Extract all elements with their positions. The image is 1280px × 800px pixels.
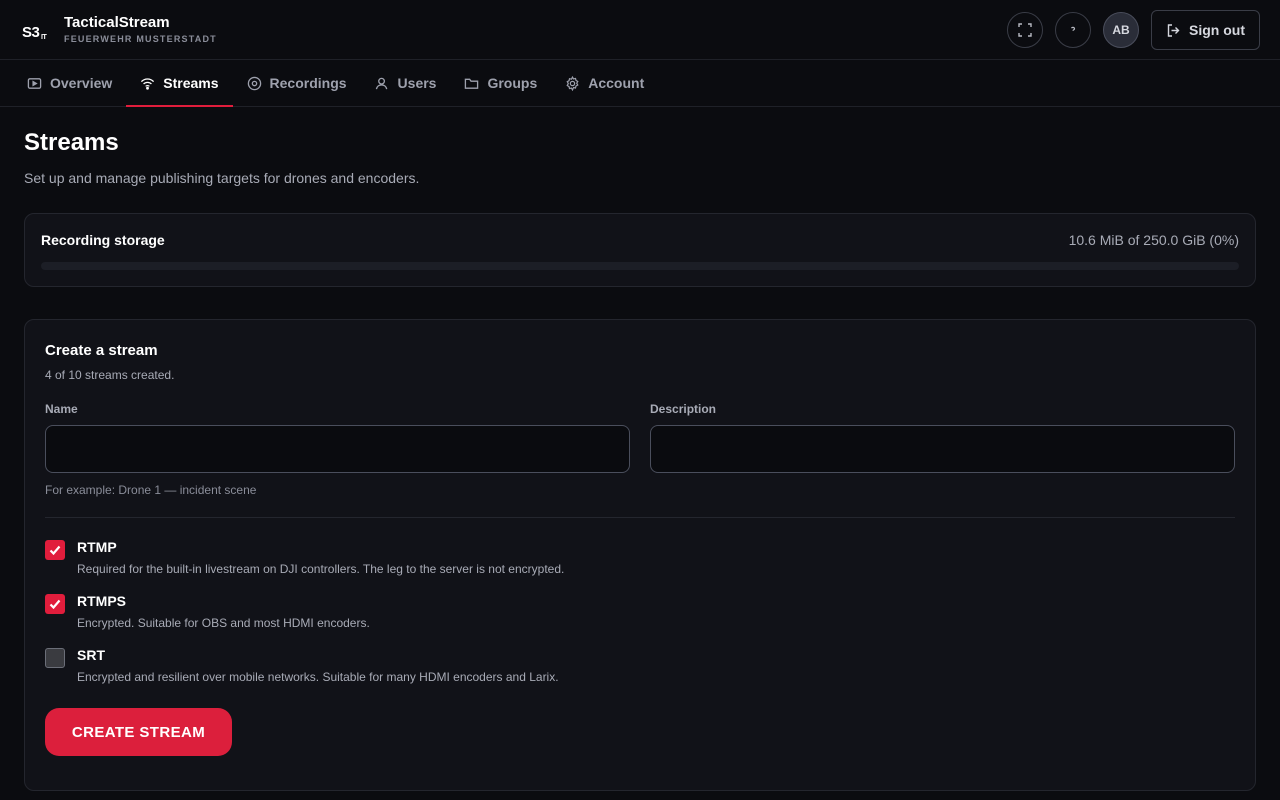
protocol-options: RTMP Required for the built-in livestrea… — [45, 538, 1235, 684]
srt-title: SRT — [77, 647, 105, 663]
rtmps-description: Encrypted. Suitable for OBS and most HDM… — [77, 616, 370, 630]
help-icon — [1070, 26, 1076, 31]
main-tabs: Overview Streams Recordings Users Groups… — [0, 60, 1280, 107]
help-button[interactable] — [1055, 12, 1091, 48]
app-title: TacticalStream — [64, 14, 170, 31]
user-avatar[interactable]: AB — [1103, 12, 1139, 48]
create-stream-card: Create a stream 4 of 10 streams created.… — [24, 319, 1256, 791]
divider — [45, 517, 1235, 518]
check-icon — [49, 599, 61, 610]
rtmp-description: Required for the built-in livestream on … — [77, 562, 565, 576]
tab-groups[interactable]: Groups — [450, 60, 551, 106]
page-description: Set up and manage publishing targets for… — [24, 170, 420, 186]
page-content: Streams Set up and manage publishing tar… — [24, 107, 1256, 791]
rtmps-checkbox[interactable] — [45, 594, 65, 614]
tab-users[interactable]: Users — [361, 60, 451, 106]
tab-streams[interactable]: Streams — [126, 60, 233, 107]
rtmp-checkbox[interactable] — [45, 540, 65, 560]
description-label: Description — [650, 402, 717, 416]
rtmps-title: RTMPS — [77, 593, 126, 609]
storage-label: Recording storage — [41, 232, 165, 248]
fullscreen-icon — [1018, 23, 1032, 37]
name-hint: For example: Drone 1 — incident scene — [45, 483, 257, 497]
gear-icon — [566, 75, 579, 91]
storage-value: 10.6 MiB of 250.0 GiB (0%) — [1068, 232, 1239, 248]
tab-overview[interactable]: Overview — [13, 60, 126, 106]
brand[interactable]: S3 IT TacticalStream FEUERWEHR MUSTERSTA… — [22, 14, 217, 45]
fullscreen-button[interactable] — [1007, 12, 1043, 48]
storage-progress-bar — [41, 262, 1239, 270]
create-stream-title: Create a stream — [45, 342, 158, 359]
logo: S3 IT — [22, 23, 47, 41]
description-input[interactable] — [650, 425, 1235, 473]
srt-description: Encrypted and resilient over mobile netw… — [77, 670, 559, 684]
option-rtmps: RTMPS Encrypted. Suitable for OBS and mo… — [45, 592, 1235, 630]
name-input[interactable] — [45, 425, 630, 473]
organization-name: FEUERWEHR MUSTERSTADT — [64, 34, 217, 44]
top-bar: S3 IT TacticalStream FEUERWEHR MUSTERSTA… — [0, 0, 1280, 60]
wifi-icon — [141, 77, 155, 90]
option-rtmp: RTMP Required for the built-in livestrea… — [45, 538, 1235, 576]
check-icon — [49, 545, 61, 556]
page-title: Streams — [24, 129, 119, 156]
stream-count: 4 of 10 streams created. — [45, 368, 175, 382]
play-icon — [27, 77, 42, 89]
tab-recordings[interactable]: Recordings — [233, 60, 361, 106]
name-label: Name — [45, 402, 78, 416]
record-icon — [247, 76, 261, 90]
tab-account[interactable]: Account — [551, 60, 658, 106]
recording-storage-card: Recording storage 10.6 MiB of 250.0 GiB … — [24, 213, 1256, 287]
option-srt: SRT Encrypted and resilient over mobile … — [45, 646, 1235, 684]
srt-checkbox[interactable] — [45, 648, 65, 668]
rtmp-title: RTMP — [77, 539, 117, 555]
sign-out-icon — [1167, 23, 1180, 37]
folder-icon — [465, 78, 479, 89]
sign-out-button[interactable]: Sign out — [1151, 10, 1260, 50]
user-icon — [375, 77, 387, 89]
create-stream-button[interactable]: CREATE STREAM — [45, 708, 232, 756]
